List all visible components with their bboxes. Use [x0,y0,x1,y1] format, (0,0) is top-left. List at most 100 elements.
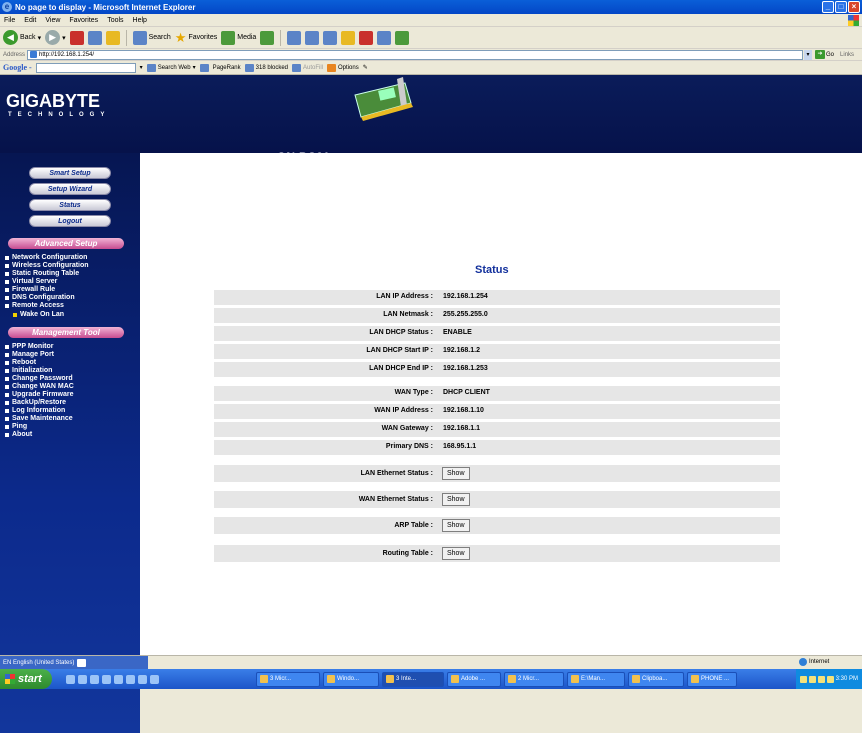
sidebar-item-change-password[interactable]: Change Password [5,375,73,383]
sidebar-item-static-routing-table[interactable]: Static Routing Table [5,270,79,278]
sidebar-item-network-configuration[interactable]: Network Configuration [5,254,87,262]
tray-icon[interactable] [826,675,834,683]
table-row: WAN Gateway : 192.168.1.1 [214,422,780,437]
sidebar-item-about[interactable]: About [5,431,32,439]
pencil-icon[interactable]: ✎ [363,64,368,71]
wan-ethernet-show-button[interactable]: Show [442,493,470,506]
task-button[interactable]: E:\Man... [567,671,625,687]
outlook-icon[interactable] [90,674,99,684]
forward-button[interactable]: ▶ ▾ [45,30,66,45]
media-player-icon[interactable] [114,674,123,684]
tray-icon[interactable] [817,675,825,683]
explorer-icon[interactable] [102,674,111,684]
task-button[interactable]: 3 Micr... [256,671,320,687]
chevron-down-icon: ▾ [62,34,66,42]
sidebar-item-save-maintenance[interactable]: Save Maintenance [5,415,73,423]
address-dropdown[interactable]: ▾ [804,49,813,60]
menu-help[interactable]: Help [133,17,147,24]
sidebar-item-upgrade-firmware[interactable]: Upgrade Firmware [5,391,73,399]
task-button[interactable]: Windo... [323,671,379,687]
row-label: ARP Table : [394,522,433,529]
pagerank-indicator[interactable]: PageRank [213,65,241,71]
word-icon[interactable] [138,674,147,684]
routing-table-show-button[interactable]: Show [442,547,470,560]
search-button[interactable]: Search [132,30,171,45]
autofill-button[interactable]: AutoFill [292,63,323,72]
sidebar-item-initialization[interactable]: Initialization [5,367,52,375]
close-icon[interactable]: × [848,1,860,13]
task-button[interactable]: Clipboa... [628,671,684,687]
smart-setup-button[interactable]: Smart Setup [29,167,111,179]
task-button[interactable]: 3 Inte... [382,671,444,687]
messenger-icon[interactable] [126,674,135,684]
go-button[interactable]: ➜ Go [815,50,834,59]
sidebar-item-remote-access[interactable]: Remote Access [5,302,64,310]
bullet-icon [5,288,9,292]
print-icon[interactable] [305,30,320,45]
logout-button[interactable]: Logout [29,215,111,227]
desktop-icon[interactable] [78,674,87,684]
sidebar-item-wireless-configuration[interactable]: Wireless Configuration [5,262,89,270]
menu-view[interactable]: View [45,17,60,24]
options-button[interactable]: Options [327,63,359,72]
menu-file[interactable]: File [4,17,15,24]
setup-wizard-button[interactable]: Setup Wizard [29,183,111,195]
history-icon[interactable] [260,30,275,45]
tool-icon[interactable] [150,674,159,684]
folder-icon[interactable] [341,30,356,45]
sidebar-item-reboot[interactable]: Reboot [5,359,36,367]
sidebar-item-change-wan-mac[interactable]: Change WAN MAC [5,383,74,391]
row-label: LAN DHCP Status : [369,329,433,336]
menu-edit[interactable]: Edit [24,17,36,24]
popup-blocker-button[interactable]: 318 blocked [244,63,288,72]
sidebar-item-label: Wake On Lan [20,311,65,318]
mail-icon[interactable] [287,30,302,45]
sidebar-item-firewall-rule[interactable]: Firewall Rule [5,286,55,294]
google-logo[interactable]: Google - [3,63,32,72]
media-button[interactable]: Media [221,30,256,45]
task-button[interactable]: PHONE ... [687,671,737,687]
options-icon [327,63,337,72]
refresh-icon[interactable] [87,30,102,45]
research-icon[interactable] [359,30,374,45]
tool-icon[interactable] [395,30,410,45]
table-row: LAN Netmask : 255.255.255.0 [214,308,780,323]
task-button[interactable]: 2 Micr... [504,671,564,687]
favorites-button[interactable]: ★ Favorites [175,30,217,45]
row-value: 192.168.1.254 [443,293,488,300]
search-web-button[interactable]: Search Web ▾ [146,63,196,72]
messenger-icon[interactable] [377,30,392,45]
status-button[interactable]: Status [29,199,111,211]
sidebar-item-backup-restore[interactable]: BackUp/Restore [5,399,66,407]
clock[interactable]: 3:30 PM [836,676,858,682]
ie-icon[interactable] [66,674,75,684]
sidebar-item-dns-configuration[interactable]: DNS Configuration [5,294,75,302]
sidebar-item-ppp-monitor[interactable]: PPP Monitor [5,343,53,351]
address-input[interactable]: http://192.168.1.254/ [27,49,804,60]
language-bar[interactable]: EN English (United States) [0,656,148,669]
menu-favorites[interactable]: Favorites [69,17,98,24]
back-button[interactable]: ◀ Back ▾ [3,30,41,45]
chevron-down-icon[interactable]: ▾ [140,64,143,71]
sidebar-item-ping[interactable]: Ping [5,423,27,431]
start-button[interactable]: start [0,669,52,689]
sidebar-item-manage-port[interactable]: Manage Port [5,351,54,359]
minimize-icon[interactable]: _ [822,1,834,13]
links-button[interactable]: Links [840,52,854,58]
edit-icon[interactable] [323,30,338,45]
sidebar-item-wake-on-lan[interactable]: Wake On Lan [13,311,64,319]
arp-table-show-button[interactable]: Show [442,519,470,532]
sidebar-item-log-information[interactable]: Log Information [5,407,65,415]
lan-ethernet-show-button[interactable]: Show [442,467,470,480]
tray-icon[interactable] [799,675,807,683]
google-search-input[interactable] [35,62,136,73]
stop-icon[interactable] [69,30,84,45]
menu-tools[interactable]: Tools [107,17,123,24]
sidebar-item-virtual-server[interactable]: Virtual Server [5,278,57,286]
task-button[interactable]: Adobe ... [447,671,501,687]
site-search-icon[interactable] [199,63,209,72]
tray-icon[interactable] [808,675,816,683]
quick-launch [66,674,256,684]
home-icon[interactable] [105,30,120,45]
maximize-icon[interactable]: □ [835,1,847,13]
